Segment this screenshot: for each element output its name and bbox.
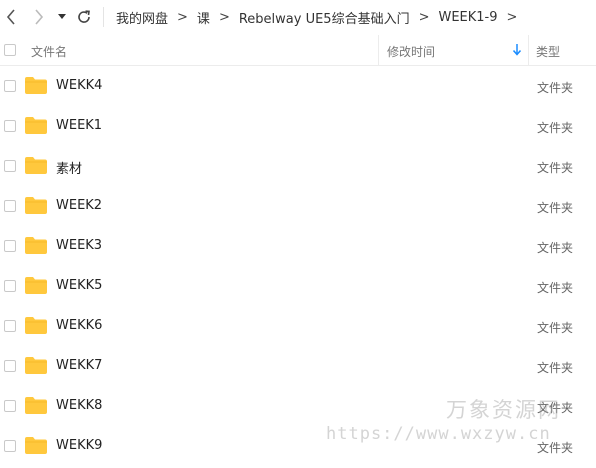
file-name[interactable]: WEEK1 — [56, 118, 102, 133]
table-row[interactable]: WEKK7 文件夹 — [0, 346, 596, 386]
column-header-name[interactable]: 文件名 — [31, 43, 67, 60]
breadcrumb-item-week[interactable]: WEEK1-9 — [438, 10, 497, 25]
file-list-header: 文件名 修改时间 类型 — [0, 35, 596, 66]
file-type: 文件夹 — [537, 81, 574, 95]
table-row[interactable]: WEKK9 文件夹 — [0, 426, 596, 466]
table-row[interactable]: WEEK1 文件夹 — [0, 106, 596, 146]
file-list: WEKK4 文件夹 WEEK1 文件夹 素材 文件夹 WEEK2 文件夹 WEE… — [0, 66, 596, 466]
breadcrumb-separator: > — [218, 9, 230, 25]
breadcrumb-separator: > — [177, 9, 188, 25]
table-row[interactable]: WEKK6 文件夹 — [0, 306, 596, 346]
file-name[interactable]: WEEK3 — [56, 238, 102, 253]
file-name[interactable]: 素材 — [56, 158, 82, 177]
file-name[interactable]: WEKK8 — [56, 398, 102, 413]
row-checkbox[interactable] — [4, 120, 16, 132]
folder-icon — [25, 237, 47, 254]
file-type: 文件夹 — [537, 401, 574, 415]
folder-icon — [25, 157, 47, 174]
breadcrumb: 我的网盘 > 课 > Rebelway UE5综合基础入门 > WEEK1-9 … — [116, 7, 526, 27]
file-name[interactable]: WEKK4 — [56, 78, 102, 93]
file-type: 文件夹 — [537, 361, 574, 375]
folder-icon — [25, 437, 47, 454]
file-type: 文件夹 — [537, 281, 574, 295]
folder-icon — [25, 77, 47, 94]
file-type: 文件夹 — [537, 321, 574, 335]
column-divider[interactable] — [378, 35, 379, 65]
folder-icon — [25, 197, 47, 214]
row-checkbox[interactable] — [4, 360, 16, 372]
row-checkbox[interactable] — [4, 440, 16, 452]
folder-icon — [25, 117, 47, 134]
row-checkbox[interactable] — [4, 200, 16, 212]
breadcrumb-separator: > — [506, 9, 518, 25]
file-type: 文件夹 — [537, 201, 574, 215]
forward-button[interactable] — [30, 7, 48, 27]
row-checkbox[interactable] — [4, 240, 16, 252]
toolbar-divider — [103, 7, 104, 27]
row-checkbox[interactable] — [4, 160, 16, 172]
history-dropdown-button[interactable] — [56, 7, 68, 27]
row-checkbox[interactable] — [4, 400, 16, 412]
table-row[interactable]: WEEK3 文件夹 — [0, 226, 596, 266]
refresh-icon — [78, 10, 90, 23]
toolbar: 我的网盘 > 课 > Rebelway UE5综合基础入门 > WEEK1-9 … — [0, 0, 596, 34]
row-checkbox[interactable] — [4, 280, 16, 292]
back-button[interactable] — [2, 7, 20, 27]
breadcrumb-item-root[interactable]: 我的网盘 — [116, 8, 168, 27]
folder-icon — [25, 357, 47, 374]
file-name[interactable]: WEKK6 — [56, 318, 102, 333]
file-type: 文件夹 — [537, 441, 574, 455]
table-row[interactable]: 素材 文件夹 — [0, 146, 596, 186]
chevron-left-icon — [6, 9, 15, 25]
row-checkbox[interactable] — [4, 320, 16, 332]
folder-icon — [25, 277, 47, 294]
column-divider[interactable] — [528, 35, 529, 65]
file-name[interactable]: WEKK7 — [56, 358, 102, 373]
column-header-modified[interactable]: 修改时间 — [387, 43, 435, 60]
file-type: 文件夹 — [537, 121, 574, 135]
breadcrumb-separator: > — [418, 9, 430, 25]
caret-down-icon — [58, 14, 66, 19]
select-all-checkbox[interactable] — [4, 44, 16, 56]
arrow-down-icon[interactable] — [512, 44, 522, 59]
file-type: 文件夹 — [537, 241, 574, 255]
row-checkbox[interactable] — [4, 80, 16, 92]
column-header-type[interactable]: 类型 — [536, 43, 560, 60]
folder-icon — [25, 317, 47, 334]
file-name[interactable]: WEKK9 — [56, 438, 102, 453]
breadcrumb-item-course[interactable]: 课 — [197, 8, 210, 27]
file-type: 文件夹 — [537, 161, 574, 175]
chevron-right-icon — [35, 9, 44, 25]
table-row[interactable]: WEEK2 文件夹 — [0, 186, 596, 226]
refresh-button[interactable] — [75, 7, 93, 27]
folder-icon — [25, 397, 47, 414]
table-row[interactable]: WEKK5 文件夹 — [0, 266, 596, 306]
table-row[interactable]: WEKK4 文件夹 — [0, 66, 596, 106]
table-row[interactable]: WEKK8 文件夹 — [0, 386, 596, 426]
file-name[interactable]: WEEK2 — [56, 198, 102, 213]
file-name[interactable]: WEKK5 — [56, 278, 102, 293]
breadcrumb-item-rebelway[interactable]: Rebelway UE5综合基础入门 — [239, 8, 410, 27]
